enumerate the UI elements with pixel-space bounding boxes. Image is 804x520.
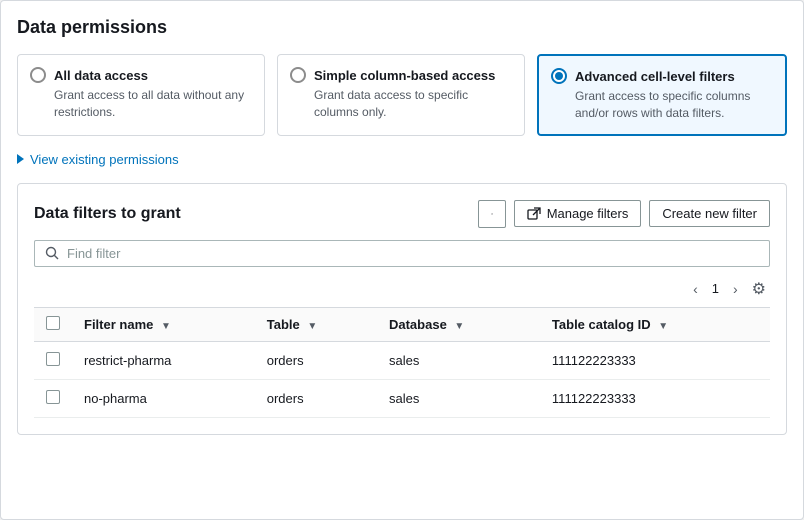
catalog-id-label: Table catalog ID xyxy=(552,317,651,332)
header-table: Table ▼ xyxy=(255,307,377,341)
table-row: restrict-pharma orders sales 11112222333… xyxy=(34,341,770,379)
radio-header-simple-column: Simple column-based access xyxy=(290,67,512,83)
table-label: Table xyxy=(267,317,300,332)
filters-header: Data filters to grant Manage filters xyxy=(34,200,770,228)
external-link-icon xyxy=(527,207,541,221)
prev-page-button[interactable]: ‹ xyxy=(687,279,704,299)
create-new-filter-button[interactable]: Create new filter xyxy=(649,200,770,227)
sort-icon-catalog-id[interactable]: ▼ xyxy=(658,321,668,332)
search-bar xyxy=(34,240,770,267)
row-checkbox-cell xyxy=(34,379,72,417)
row-database: sales xyxy=(377,379,540,417)
table-body: restrict-pharma orders sales 11112222333… xyxy=(34,341,770,417)
radio-circle-advanced-cell xyxy=(551,68,567,84)
radio-desc-advanced-cell: Grant access to specific columns and/or … xyxy=(575,88,773,122)
filters-table: Filter name ▼ Table ▼ Database ▼ Table xyxy=(34,307,770,418)
sort-icon-filter-name[interactable]: ▼ xyxy=(161,321,171,332)
next-page-button[interactable]: › xyxy=(727,279,744,299)
table-header-row: Filter name ▼ Table ▼ Database ▼ Table xyxy=(34,307,770,341)
page-title: Data permissions xyxy=(17,17,787,38)
radio-circle-simple-column xyxy=(290,67,306,83)
radio-desc-all-data: Grant access to all data without any res… xyxy=(54,87,252,121)
radio-options: All data access Grant access to all data… xyxy=(17,54,787,136)
radio-label-advanced-cell: Advanced cell-level filters xyxy=(575,69,735,84)
radio-header-advanced-cell: Advanced cell-level filters xyxy=(551,68,773,84)
row-table: orders xyxy=(255,341,377,379)
radio-card-advanced-cell[interactable]: Advanced cell-level filters Grant access… xyxy=(537,54,787,136)
row-filter-name: no-pharma xyxy=(72,379,255,417)
view-permissions-toggle[interactable]: View existing permissions xyxy=(17,152,787,167)
sort-icon-database[interactable]: ▼ xyxy=(454,321,464,332)
filter-name-label: Filter name xyxy=(84,317,153,332)
filters-actions: Manage filters Create new filter xyxy=(478,200,770,228)
header-checkbox-col xyxy=(34,307,72,341)
table-wrapper: Filter name ▼ Table ▼ Database ▼ Table xyxy=(34,307,770,418)
search-icon xyxy=(45,246,59,260)
database-label: Database xyxy=(389,317,447,332)
row-checkbox[interactable] xyxy=(46,390,60,404)
view-permissions-label: View existing permissions xyxy=(30,152,179,167)
row-filter-name: restrict-pharma xyxy=(72,341,255,379)
header-catalog-id: Table catalog ID ▼ xyxy=(540,307,770,341)
radio-label-simple-column: Simple column-based access xyxy=(314,68,495,83)
settings-icon[interactable]: ⚙ xyxy=(752,279,766,299)
search-input[interactable] xyxy=(67,246,759,261)
filters-title: Data filters to grant xyxy=(34,205,181,223)
data-filters-section: Data filters to grant Manage filters xyxy=(17,183,787,435)
radio-card-all-data[interactable]: All data access Grant access to all data… xyxy=(17,54,265,136)
radio-circle-all-data xyxy=(30,67,46,83)
header-filter-name: Filter name ▼ xyxy=(72,307,255,341)
row-checkbox[interactable] xyxy=(46,352,60,366)
row-catalog-id: 111122223333 xyxy=(540,379,770,417)
pagination-row: ‹ 1 › ⚙ xyxy=(34,279,770,299)
page-number: 1 xyxy=(712,281,719,296)
row-checkbox-cell xyxy=(34,341,72,379)
radio-desc-simple-column: Grant data access to specific columns on… xyxy=(314,87,512,121)
create-filter-label: Create new filter xyxy=(662,206,757,221)
row-database: sales xyxy=(377,341,540,379)
manage-filters-label: Manage filters xyxy=(547,206,629,221)
header-database: Database ▼ xyxy=(377,307,540,341)
sort-icon-table[interactable]: ▼ xyxy=(307,321,317,332)
manage-filters-button[interactable]: Manage filters xyxy=(514,200,642,227)
radio-label-all-data: All data access xyxy=(54,68,148,83)
radio-card-simple-column[interactable]: Simple column-based access Grant data ac… xyxy=(277,54,525,136)
refresh-icon xyxy=(491,206,493,222)
refresh-button[interactable] xyxy=(478,200,506,228)
page-container: Data permissions All data access Grant a… xyxy=(0,0,804,520)
header-checkbox[interactable] xyxy=(46,316,60,330)
chevron-right-icon xyxy=(17,154,24,164)
radio-header-all-data: All data access xyxy=(30,67,252,83)
table-row: no-pharma orders sales 111122223333 xyxy=(34,379,770,417)
row-table: orders xyxy=(255,379,377,417)
row-catalog-id: 111122223333 xyxy=(540,341,770,379)
